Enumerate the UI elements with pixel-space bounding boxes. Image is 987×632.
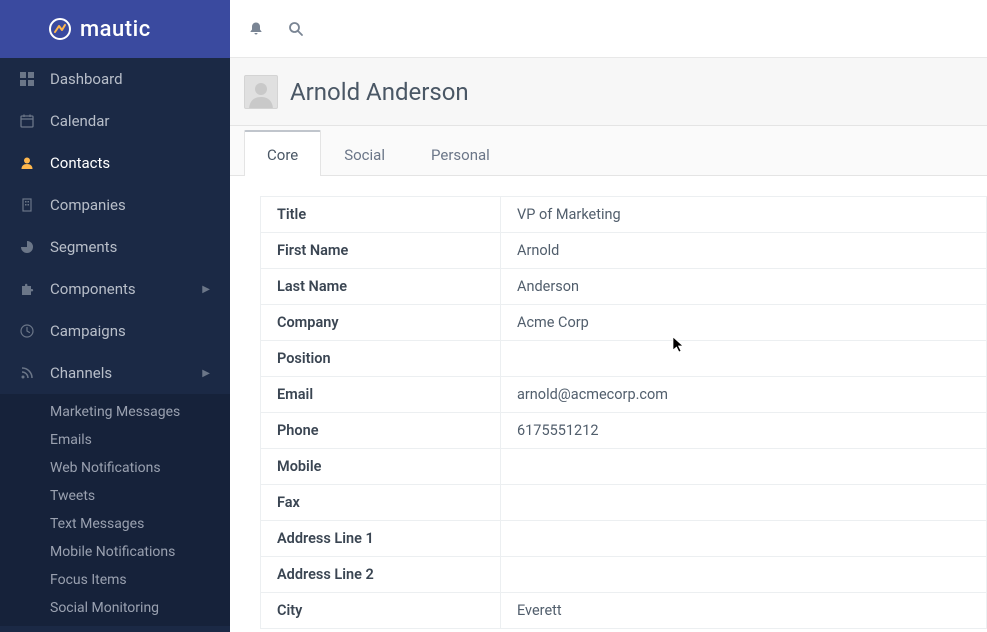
detail-field-label: Title [261,197,501,233]
detail-field-label: First Name [261,233,501,269]
tabbar: Core Social Personal [230,126,987,176]
sidebar-item-label: Channels [50,364,202,382]
sidebar-item-label: Campaigns [50,322,210,340]
building-icon [20,198,36,212]
detail-field-value: VP of Marketing [501,197,987,233]
detail-row: Address Line 2 [261,557,987,593]
calendar-icon [20,114,36,128]
detail-row: First NameArnold [261,233,987,269]
detail-field-label: Company [261,305,501,341]
detail-row: Address Line 1 [261,521,987,557]
detail-field-label: Last Name [261,269,501,305]
detail-row: Last NameAnderson [261,269,987,305]
subnav-label: Web Notifications [50,460,161,476]
sidebar-item-label: Dashboard [50,70,210,88]
subnav-item-focus-items[interactable]: Focus Items [0,566,230,594]
subnav-label: Text Messages [50,516,144,532]
tab-label: Core [267,146,298,164]
brand-logo[interactable]: mautic [48,17,151,42]
grid-icon [20,72,36,86]
page-header: Arnold Anderson [230,58,987,126]
detail-field-label: Address Line 1 [261,521,501,557]
tab-core[interactable]: Core [244,130,321,176]
subnav-item-text-messages[interactable]: Text Messages [0,510,230,538]
detail-field-value: 6175551212 [501,413,987,449]
notifications-icon[interactable] [248,21,264,37]
sidebar-item-calendar[interactable]: Calendar [0,100,230,142]
sidebar-item-segments[interactable]: Segments [0,226,230,268]
detail-field-label: Phone [261,413,501,449]
user-icon [20,156,36,170]
subnav-label: Mobile Notifications [50,544,175,560]
detail-field-label: City [261,593,501,629]
sidebar-item-label: Segments [50,238,210,256]
brand-name: mautic [80,17,151,42]
tab-label: Social [344,146,385,164]
detail-field-value: Anderson [501,269,987,305]
detail-field-value [501,521,987,557]
detail-field-value [501,557,987,593]
page-title: Arnold Anderson [290,78,469,106]
subnav-item-marketing-messages[interactable]: Marketing Messages [0,398,230,426]
sidebar-item-label: Companies [50,196,210,214]
subnav-item-web-notifications[interactable]: Web Notifications [0,454,230,482]
detail-row: Position [261,341,987,377]
sidebar-item-label: Contacts [50,154,210,172]
detail-field-label: Email [261,377,501,413]
sidebar: Dashboard Calendar Contacts Companies Se… [0,58,230,632]
mautic-logo-icon [48,17,72,41]
subnav-label: Emails [50,432,92,448]
detail-row: Emailarnold@acmecorp.com [261,377,987,413]
subnav-label: Social Monitoring [50,600,159,616]
subnav-label: Marketing Messages [50,404,180,420]
detail-field-label: Address Line 2 [261,557,501,593]
contact-detail-table: TitleVP of MarketingFirst NameArnoldLast… [260,196,987,629]
subnav-label: Tweets [50,488,95,504]
clock-icon [20,324,36,338]
sidebar-item-dashboard[interactable]: Dashboard [0,58,230,100]
detail-field-value [501,485,987,521]
detail-field-value: Everett [501,593,987,629]
search-icon[interactable] [288,21,304,37]
subnav-item-mobile-notifications[interactable]: Mobile Notifications [0,538,230,566]
detail-field-value: Arnold [501,233,987,269]
sidebar-item-components[interactable]: Components ▶ [0,268,230,310]
detail-row: Mobile [261,449,987,485]
sidebar-subnav-channels: Marketing Messages Emails Web Notificati… [0,394,230,626]
sidebar-item-contacts[interactable]: Contacts [0,142,230,184]
subnav-label: Focus Items [50,572,127,588]
subnav-item-social-monitoring[interactable]: Social Monitoring [0,594,230,622]
piechart-icon [20,240,36,254]
detail-field-label: Position [261,341,501,377]
chevron-right-icon: ▶ [202,284,210,295]
sidebar-item-campaigns[interactable]: Campaigns [0,310,230,352]
sidebar-item-label: Components [50,280,202,298]
subnav-item-emails[interactable]: Emails [0,426,230,454]
tab-personal[interactable]: Personal [408,131,513,176]
sidebar-item-channels[interactable]: Channels ▶ [0,352,230,394]
detail-field-value [501,341,987,377]
sidebar-item-label: Calendar [50,112,210,130]
tab-label: Personal [431,146,490,164]
puzzle-icon [20,282,36,296]
subnav-item-tweets[interactable]: Tweets [0,482,230,510]
detail-row: CompanyAcme Corp [261,305,987,341]
detail-field-value: Acme Corp [501,305,987,341]
tab-social[interactable]: Social [321,131,408,176]
content-pane: TitleVP of MarketingFirst NameArnoldLast… [230,176,987,632]
detail-row: Phone6175551212 [261,413,987,449]
brand-bar: mautic [0,0,230,58]
detail-row: CityEverett [261,593,987,629]
detail-row: TitleVP of Marketing [261,197,987,233]
topbar [230,0,987,58]
chevron-right-icon: ▶ [202,368,210,379]
detail-row: Fax [261,485,987,521]
detail-field-label: Mobile [261,449,501,485]
detail-field-label: Fax [261,485,501,521]
detail-field-value [501,449,987,485]
sidebar-item-companies[interactable]: Companies [0,184,230,226]
contact-avatar [244,75,278,109]
detail-field-value: arnold@acmecorp.com [501,377,987,413]
rss-icon [20,366,36,380]
